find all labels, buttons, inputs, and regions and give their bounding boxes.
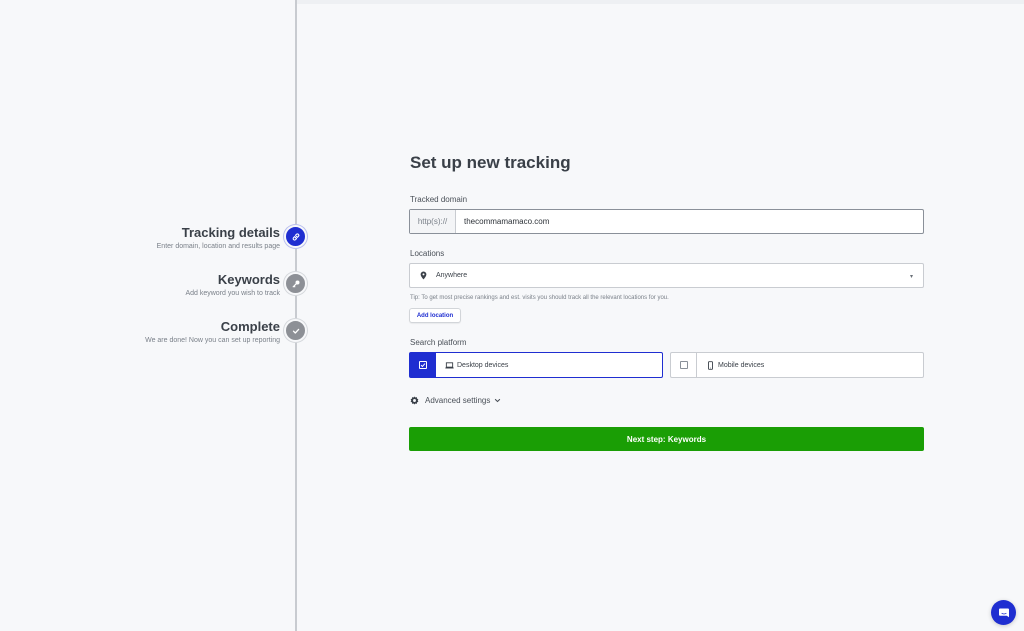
tracked-domain-label: Tracked domain: [410, 195, 468, 204]
chat-icon[interactable]: [991, 600, 1016, 625]
checkbox-checked-icon[interactable]: [418, 361, 427, 369]
mobile-icon: [708, 360, 713, 370]
chevron-down-icon: ▾: [909, 274, 913, 280]
platform-desktop-option[interactable]: Desktop devices: [409, 352, 663, 378]
step-subtitle: We are done! Now you can set up reportin…: [145, 337, 280, 344]
platform-desktop-label: Desktop devices: [457, 361, 509, 369]
protocol-prefix: http(s)://: [410, 210, 456, 233]
next-step-button[interactable]: Next step: Keywords: [409, 427, 924, 451]
platform-mobile-option[interactable]: Mobile devices: [670, 352, 924, 378]
step-title: Complete: [220, 319, 280, 334]
key-icon: [284, 272, 307, 295]
chevron-down-icon: [495, 398, 501, 403]
locations-label: Locations: [410, 249, 445, 258]
page-title: Set up new tracking: [410, 153, 571, 172]
search-platform-label: Search platform: [410, 338, 467, 347]
advanced-settings-toggle[interactable]: Advanced settings: [410, 396, 501, 405]
locations-tip: Tip: To get most precise rankings and es…: [410, 295, 669, 301]
domain-input[interactable]: [456, 210, 923, 233]
step-tracking-details-text: Tracking details Enter domain, location …: [157, 225, 280, 252]
link-icon: [284, 225, 307, 248]
platform-mobile-checkbox-cell[interactable]: [671, 353, 697, 377]
gear-icon: [410, 396, 419, 405]
step-complete-text: Complete We are done! Now you can set up…: [145, 319, 280, 346]
check-icon: [284, 319, 307, 342]
step-keywords-text: Keywords Add keyword you wish to track: [185, 272, 280, 299]
tracked-domain-field[interactable]: http(s)://: [409, 209, 924, 234]
step-title: Keywords: [217, 272, 280, 287]
platform-desktop-checkbox-cell[interactable]: [410, 353, 436, 377]
location-pin-icon: [420, 271, 427, 280]
steps-divider: [295, 0, 297, 631]
advanced-settings-label: Advanced settings: [425, 396, 491, 405]
location-select[interactable]: Anywhere ▾: [409, 263, 924, 288]
step-subtitle: Enter domain, location and results page: [156, 243, 280, 250]
steps-panel: [0, 0, 296, 631]
step-title: Tracking details: [181, 225, 280, 240]
step-subtitle: Add keyword you wish to track: [185, 290, 280, 297]
checkbox-unchecked-icon[interactable]: [679, 361, 688, 369]
platform-mobile-label: Mobile devices: [718, 361, 765, 369]
location-value: Anywhere: [436, 272, 468, 279]
add-location-button[interactable]: Add location: [409, 308, 461, 323]
laptop-icon: [445, 361, 454, 368]
